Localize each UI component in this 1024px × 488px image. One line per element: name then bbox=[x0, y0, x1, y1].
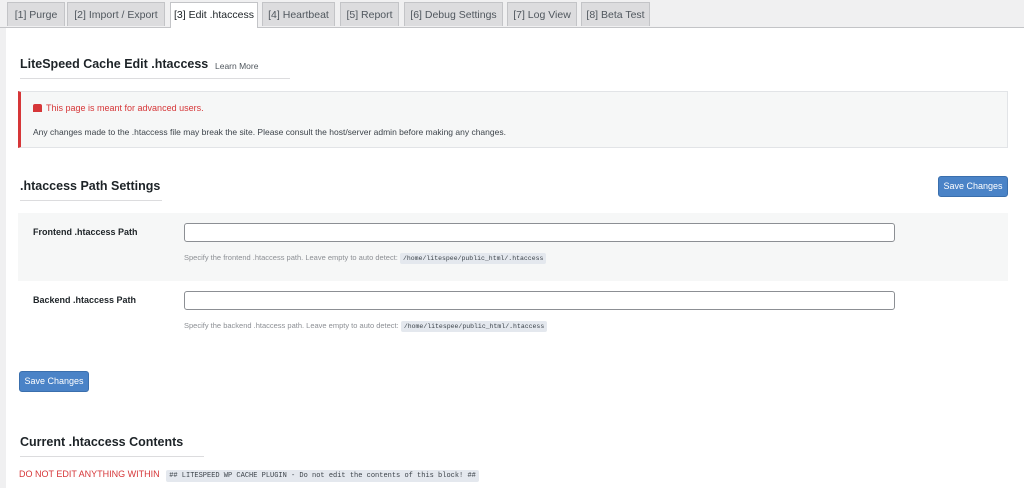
notice-title: This page is meant for advanced users. bbox=[33, 103, 204, 113]
page-title-text: LiteSpeed Cache Edit .htaccess bbox=[20, 57, 209, 71]
frontend-path-default: /home/litespee/public_html/.htaccess bbox=[399, 253, 547, 264]
tab-bar: [1] Purge [2] Import / Export [3] Edit .… bbox=[0, 0, 1024, 28]
tab-import-export[interactable]: [2] Import / Export bbox=[67, 2, 165, 26]
alert-icon bbox=[33, 104, 42, 112]
backend-path-input[interactable] bbox=[184, 291, 895, 310]
backend-path-label: Backend .htaccess Path bbox=[33, 295, 137, 305]
save-changes-button-top[interactable]: Save Changes bbox=[938, 176, 1008, 197]
backend-path-row: Backend .htaccess Path Specify the backe… bbox=[18, 281, 1008, 349]
tab-heartbeat[interactable]: [4] Heartbeat bbox=[262, 2, 335, 26]
backend-path-desc: Specify the backend .htaccess path. Leav… bbox=[184, 321, 548, 332]
tab-debug-settings[interactable]: [6] Debug Settings bbox=[404, 2, 503, 26]
plugin-block-marker: ## LITESPEED WP CACHE PLUGIN - Do not ed… bbox=[166, 470, 479, 482]
tab-purge[interactable]: [1] Purge bbox=[7, 2, 65, 26]
backend-path-desc-text: Specify the backend .htaccess path. Leav… bbox=[184, 321, 399, 330]
frontend-path-input[interactable] bbox=[184, 223, 895, 242]
tab-beta-test[interactable]: [8] Beta Test bbox=[581, 2, 650, 26]
edit-warning-line: DO NOT EDIT ANYTHING WITHIN ## LITESPEED… bbox=[19, 469, 479, 482]
backend-path-default: /home/litespee/public_html/.htaccess bbox=[400, 321, 548, 332]
tab-edit-htaccess[interactable]: [3] Edit .htaccess bbox=[170, 2, 258, 28]
settings-panel: LiteSpeed Cache Edit .htaccess Learn Mor… bbox=[6, 28, 1024, 488]
path-settings-title-text: .htaccess Path Settings bbox=[20, 179, 161, 193]
current-contents-title: Current .htaccess Contents bbox=[20, 435, 204, 457]
current-contents-title-text: Current .htaccess Contents bbox=[20, 435, 184, 449]
notice-title-text: This page is meant for advanced users. bbox=[46, 103, 204, 113]
frontend-path-desc-text: Specify the frontend .htaccess path. Lea… bbox=[184, 253, 398, 262]
tab-log-view[interactable]: [7] Log View bbox=[507, 2, 577, 26]
frontend-path-row: Frontend .htaccess Path Specify the fron… bbox=[18, 213, 1008, 281]
edit-warning-text: DO NOT EDIT ANYTHING WITHIN bbox=[19, 469, 160, 479]
frontend-path-label: Frontend .htaccess Path bbox=[33, 227, 138, 237]
tab-report[interactable]: [5] Report bbox=[340, 2, 399, 26]
notice-body: Any changes made to the .htaccess file m… bbox=[33, 127, 506, 137]
path-settings-title: .htaccess Path Settings bbox=[20, 179, 162, 201]
save-changes-button-bottom[interactable]: Save Changes bbox=[19, 371, 89, 392]
advanced-users-notice: This page is meant for advanced users. A… bbox=[18, 91, 1008, 148]
frontend-path-desc: Specify the frontend .htaccess path. Lea… bbox=[184, 253, 547, 264]
learn-more-link[interactable]: Learn More bbox=[215, 61, 258, 71]
